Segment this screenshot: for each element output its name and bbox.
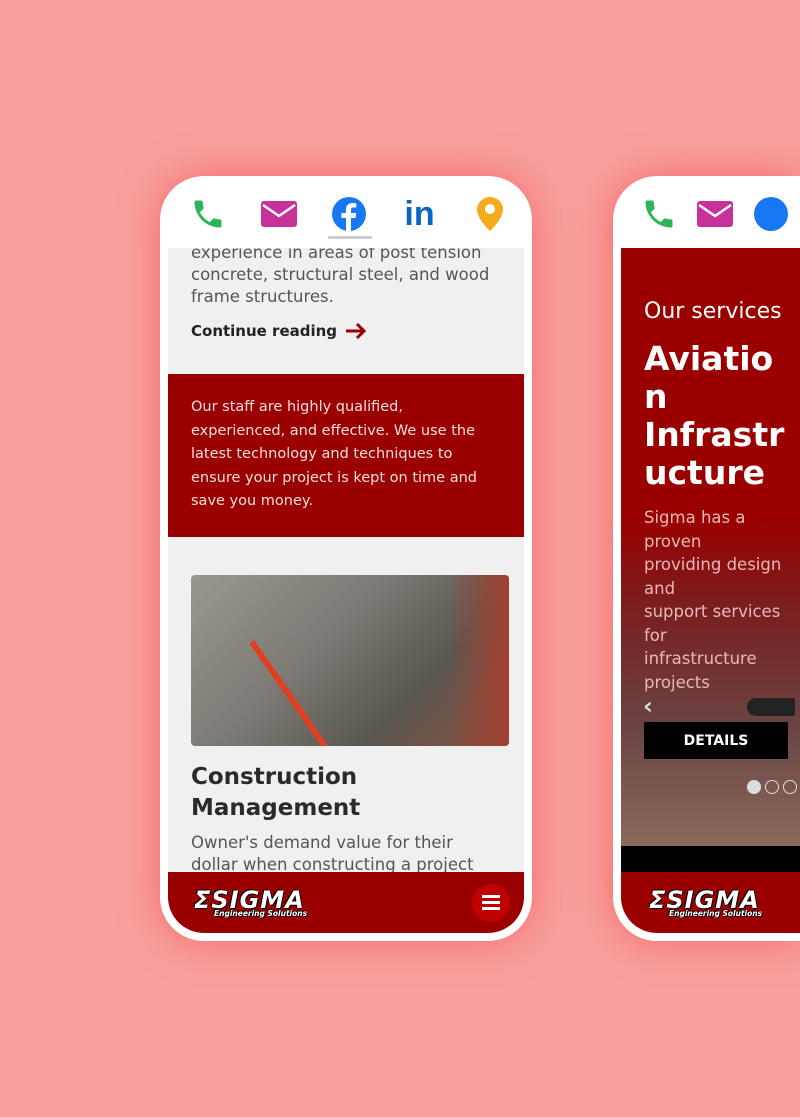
services-hero-slider[interactable]: Our services Aviation Infrastructure Sig… xyxy=(621,248,800,846)
card-text: Owner's demand value for their dollar wh… xyxy=(191,833,474,872)
text-line: Sigma has a proven xyxy=(644,508,746,551)
mail-icon[interactable] xyxy=(695,194,735,234)
continue-reading-link[interactable]: Continue reading xyxy=(168,322,524,340)
hero-eyebrow: Our services xyxy=(644,299,782,324)
arrow-right-icon xyxy=(346,322,367,340)
title-line: Infrastructure xyxy=(644,415,785,492)
text-line: infrastructure projects xyxy=(644,649,757,692)
phone-mockup-left: in experience in areas of post tension c… xyxy=(160,176,532,941)
location-pin-icon[interactable] xyxy=(470,194,510,234)
black-strip xyxy=(621,846,800,872)
footer-bar: ΣSIGMA Engineering Solutions xyxy=(621,872,800,933)
phone-mockup-right: Our services Aviation Infrastructure Sig… xyxy=(613,176,800,941)
slider-dot[interactable] xyxy=(765,780,779,794)
text-line: frame structures. xyxy=(191,287,334,306)
phone-icon[interactable] xyxy=(188,194,228,234)
linkedin-icon[interactable]: in xyxy=(400,194,440,234)
sigma-logo[interactable]: ΣSIGMA Engineering Solutions xyxy=(649,888,762,918)
hamburger-menu-button[interactable] xyxy=(472,883,510,922)
title-line: Aviation xyxy=(644,339,774,416)
details-button[interactable]: DETAILS xyxy=(644,722,788,759)
continue-reading-label: Continue reading xyxy=(191,322,338,340)
facebook-icon[interactable] xyxy=(751,194,791,234)
active-tab-indicator xyxy=(328,236,372,239)
page-content[interactable]: experience in areas of post tension conc… xyxy=(168,248,524,872)
facebook-icon[interactable] xyxy=(329,194,369,234)
footer-bar: ΣSIGMA Engineering Solutions xyxy=(168,872,524,933)
card-title: Construction Management xyxy=(191,764,361,821)
intro-text: experience in areas of post tension conc… xyxy=(168,248,524,308)
staff-statement: Our staff are highly qualified, experien… xyxy=(168,374,524,537)
mail-icon[interactable] xyxy=(259,194,299,234)
screen: Our services Aviation Infrastructure Sig… xyxy=(621,184,800,933)
slider-dot-active[interactable] xyxy=(747,780,761,794)
contact-icon-bar: in xyxy=(168,184,524,248)
slider-dots xyxy=(747,780,797,794)
slider-dot[interactable] xyxy=(783,780,797,794)
chevron-left-icon[interactable]: ‹ xyxy=(643,692,653,720)
contact-icon-bar xyxy=(621,184,800,248)
screen: in experience in areas of post tension c… xyxy=(168,184,524,933)
phone-icon[interactable] xyxy=(639,194,679,234)
text-line: experience in areas of post tension xyxy=(191,248,482,262)
sigma-logo[interactable]: ΣSIGMA Engineering Solutions xyxy=(194,888,307,918)
text-line: concrete, structural steel, and wood xyxy=(191,265,490,284)
text-line: providing design and xyxy=(644,555,782,598)
helicopter-image xyxy=(747,698,795,716)
text-line: support services for xyxy=(644,602,781,645)
hero-body: Sigma has a proven providing design and … xyxy=(644,506,788,694)
hero-title: Aviation Infrastructure xyxy=(644,340,788,492)
construction-site-photo xyxy=(191,575,509,746)
